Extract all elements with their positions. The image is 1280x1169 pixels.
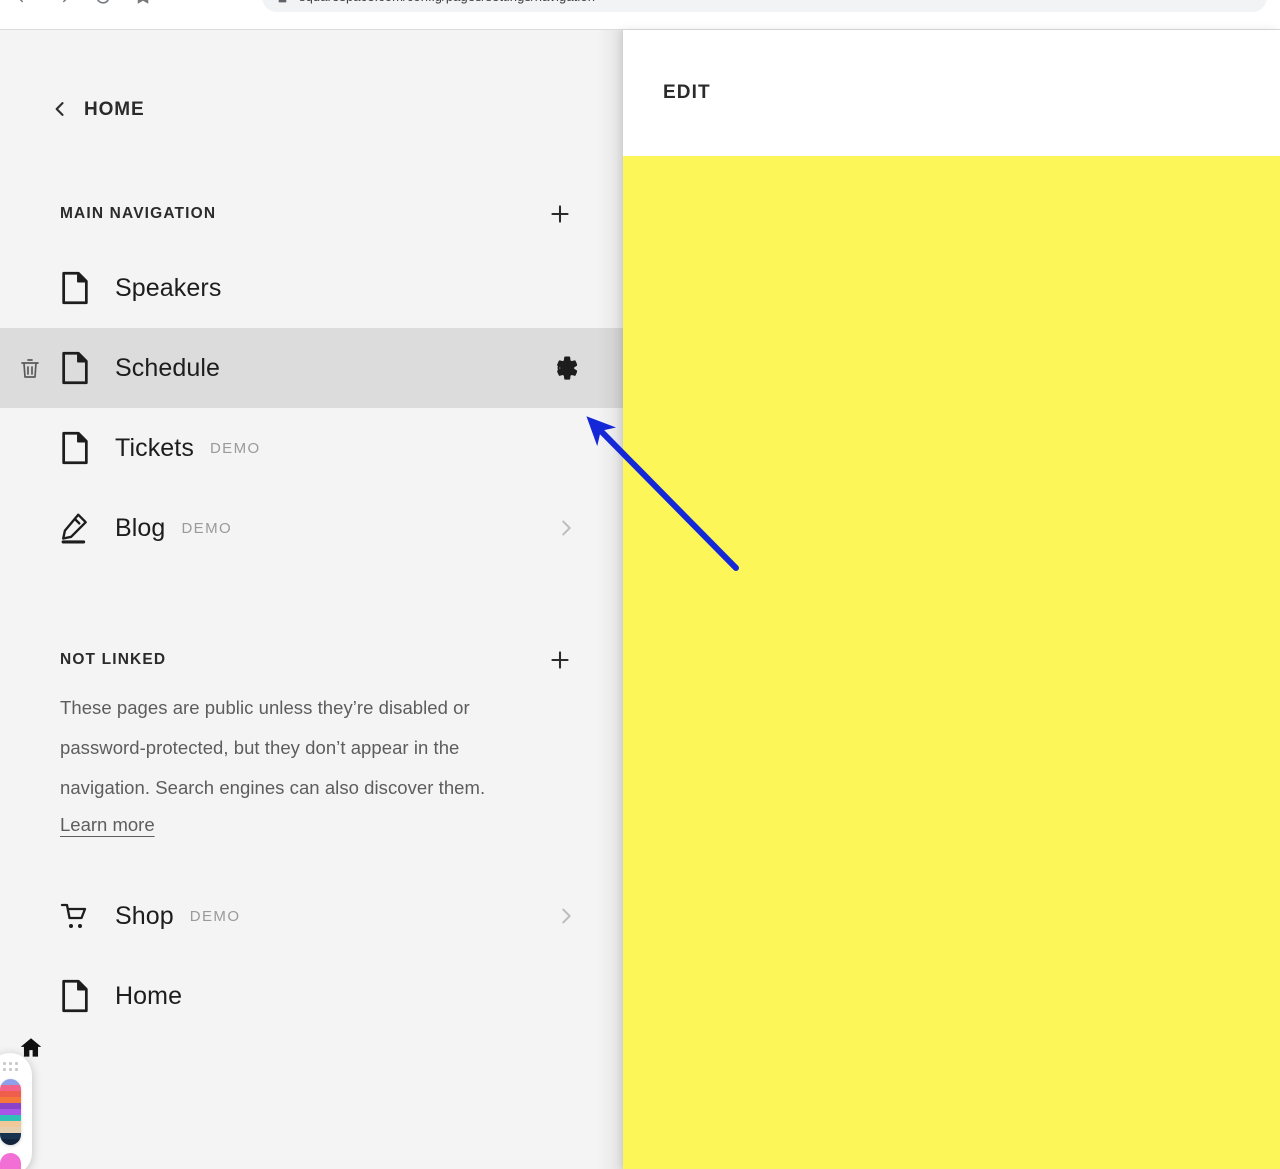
nav-item-label: Schedule [115,353,221,382]
not-linked-description: These pages are public unless they’re di… [0,684,560,836]
chevron-right-icon[interactable] [555,905,577,927]
browser-toolbar-icons [14,0,152,10]
pencil-icon [60,511,90,545]
app-root: squarespace.com/config/pages/settings/na… [0,0,1280,1169]
cart-icon [60,899,90,933]
browser-chrome: squarespace.com/config/pages/settings/na… [0,0,1280,30]
color-swatch[interactable] [0,1138,21,1145]
lock-icon [276,0,289,4]
back-icon[interactable] [14,0,32,6]
address-bar[interactable]: squarespace.com/config/pages/settings/na… [262,0,1267,12]
nav-item-label: Shop [115,901,174,930]
grip-dot [9,1062,12,1065]
section-title: MAIN NAVIGATION [60,205,217,222]
nav-item-schedule[interactable]: Schedule [0,328,623,408]
nav-item-tickets[interactable]: Tickets DEMO [0,408,623,488]
section-header-main-navigation: MAIN NAVIGATION [0,190,623,238]
page-icon [60,431,90,465]
preview-toolbar: EDIT [623,30,1280,156]
chevron-right-icon[interactable] [555,517,577,539]
grip-dot [3,1062,6,1065]
section-header-not-linked: NOT LINKED [0,636,623,684]
nav-item-shop[interactable]: Shop DEMO [0,876,623,956]
not-linked-description-text: These pages are public unless they’re di… [60,697,486,798]
nav-item-home[interactable]: Home [0,956,623,1036]
grip-dot [15,1068,18,1071]
drag-handle-icon[interactable] [3,1062,18,1072]
nav-item-label: Blog [115,513,166,542]
add-page-button-not-linked[interactable] [543,643,577,677]
gear-icon[interactable] [547,353,577,383]
nav-item-label: Home [115,981,183,1010]
not-linked-list: Shop DEMO Home [0,876,623,1036]
active-color-swatch[interactable] [0,1152,21,1169]
nav-item-speakers[interactable]: Speakers [0,248,623,328]
grip-dot [15,1062,18,1065]
edit-button[interactable]: EDIT [663,82,711,104]
site-preview-panel: EDIT [623,30,1280,1169]
forward-icon[interactable] [54,0,72,6]
demo-badge: DEMO [209,439,261,457]
nav-item-label: Tickets [115,433,194,462]
bookmark-icon[interactable] [134,0,152,6]
preview-canvas[interactable] [623,156,1280,1169]
color-swatch-stack[interactable] [0,1079,21,1145]
reload-icon[interactable] [94,0,112,6]
nav-item-blog[interactable]: Blog DEMO [0,488,623,568]
pages-sidebar: HOME MAIN NAVIGATION Speakers Schedule T… [0,30,623,1169]
nav-item-label: Speakers [115,273,222,302]
demo-badge: DEMO [189,907,241,925]
demo-badge: DEMO [181,519,233,537]
page-icon [60,351,90,385]
trash-icon[interactable] [18,356,42,380]
grip-dot [3,1068,6,1071]
page-icon [60,271,90,305]
learn-more-link[interactable]: Learn more [60,814,155,836]
grip-dot [9,1068,12,1071]
back-to-home-button[interactable]: HOME [0,30,623,134]
address-bar-url: squarespace.com/config/pages/settings/na… [299,0,595,12]
page-icon [60,979,90,1013]
section-title: NOT LINKED [60,651,167,668]
color-palette-widget[interactable] [0,1053,32,1169]
back-label: HOME [84,99,145,120]
add-page-button-main-navigation[interactable] [543,197,577,231]
main-navigation-list: Speakers Schedule Tickets DEMO Blog DEMO [0,248,623,568]
chevron-left-icon [50,99,70,121]
